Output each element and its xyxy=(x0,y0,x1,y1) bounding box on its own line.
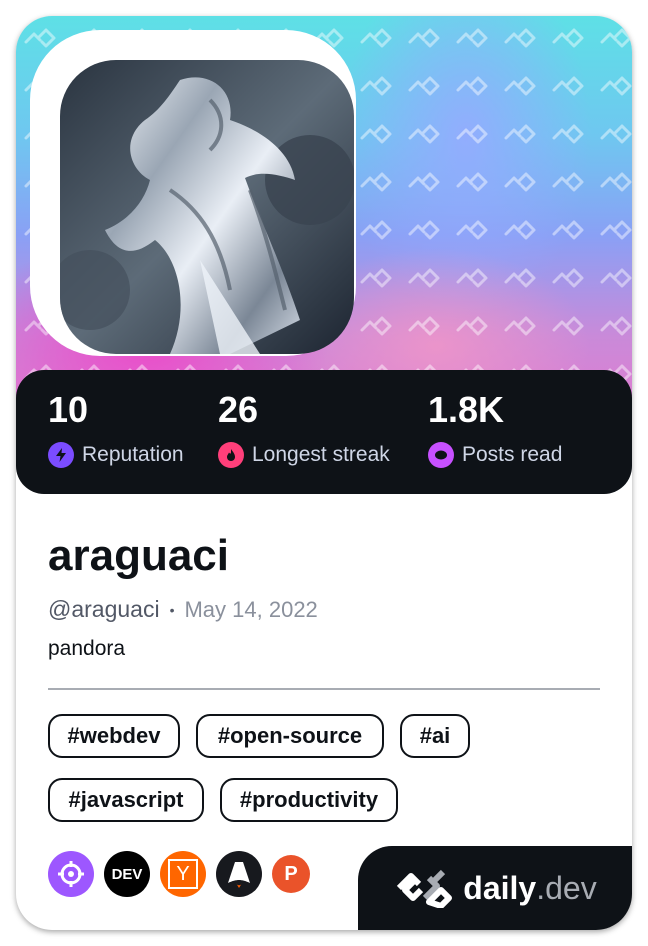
dev-source-icon[interactable]: DEV xyxy=(104,851,150,897)
tag-chip[interactable]: #productivity xyxy=(220,778,398,822)
silver-surfer-avatar-icon xyxy=(60,60,354,354)
avatar-frame xyxy=(30,30,356,356)
meta-separator: • xyxy=(169,601,175,618)
producthunt-source-icon[interactable]: P xyxy=(272,855,310,893)
crosshair-source-icon[interactable] xyxy=(48,851,94,897)
hacker-news-letter: Y xyxy=(168,859,198,889)
daily-dev-logo: daily.dev xyxy=(358,846,632,930)
daily-dev-logo-icon xyxy=(397,869,453,908)
stat-longest-streak: 26 Longest streak xyxy=(218,388,390,468)
tag-chip[interactable]: #javascript xyxy=(48,778,204,822)
brand-suffix: .dev xyxy=(536,869,597,906)
profile-card: 10 Reputation 26 Longest streak 1.8K Pos… xyxy=(16,16,632,930)
stat-posts-read: 1.8K Posts read xyxy=(428,388,562,468)
stat-label: Longest streak xyxy=(252,443,390,466)
hacker-news-source-icon[interactable]: Y xyxy=(160,851,206,897)
stat-label: Posts read xyxy=(462,443,563,466)
stat-value: 1.8K xyxy=(428,389,505,430)
stat-label: Reputation xyxy=(82,443,184,466)
brand-wordmark: daily.dev xyxy=(463,870,596,907)
brand-name: daily xyxy=(463,869,537,906)
source-list: DEV Y P xyxy=(48,851,320,897)
lightning-icon xyxy=(48,442,74,468)
stat-value: 26 xyxy=(218,389,259,430)
tag-chip[interactable]: #webdev xyxy=(48,714,180,758)
joined-date: May 14, 2022 xyxy=(184,596,318,622)
astro-source-icon[interactable] xyxy=(216,851,262,897)
profile-meta: @araguaci • May 14, 2022 xyxy=(48,596,318,623)
profile-name: araguaci xyxy=(48,531,229,580)
divider xyxy=(48,688,600,690)
flame-icon xyxy=(218,442,244,468)
profile-handle[interactable]: @araguaci xyxy=(48,596,160,623)
profile-cover xyxy=(16,16,632,416)
tag-chip[interactable]: #open-source xyxy=(196,714,384,758)
stat-value: 10 xyxy=(48,389,89,430)
profile-bio: pandora xyxy=(48,637,126,660)
stat-reputation: 10 Reputation xyxy=(48,388,184,468)
eye-icon xyxy=(428,442,454,468)
tag-chip[interactable]: #ai xyxy=(400,714,470,758)
stats-bar: 10 Reputation 26 Longest streak 1.8K Pos… xyxy=(16,370,632,494)
avatar[interactable] xyxy=(60,60,354,354)
